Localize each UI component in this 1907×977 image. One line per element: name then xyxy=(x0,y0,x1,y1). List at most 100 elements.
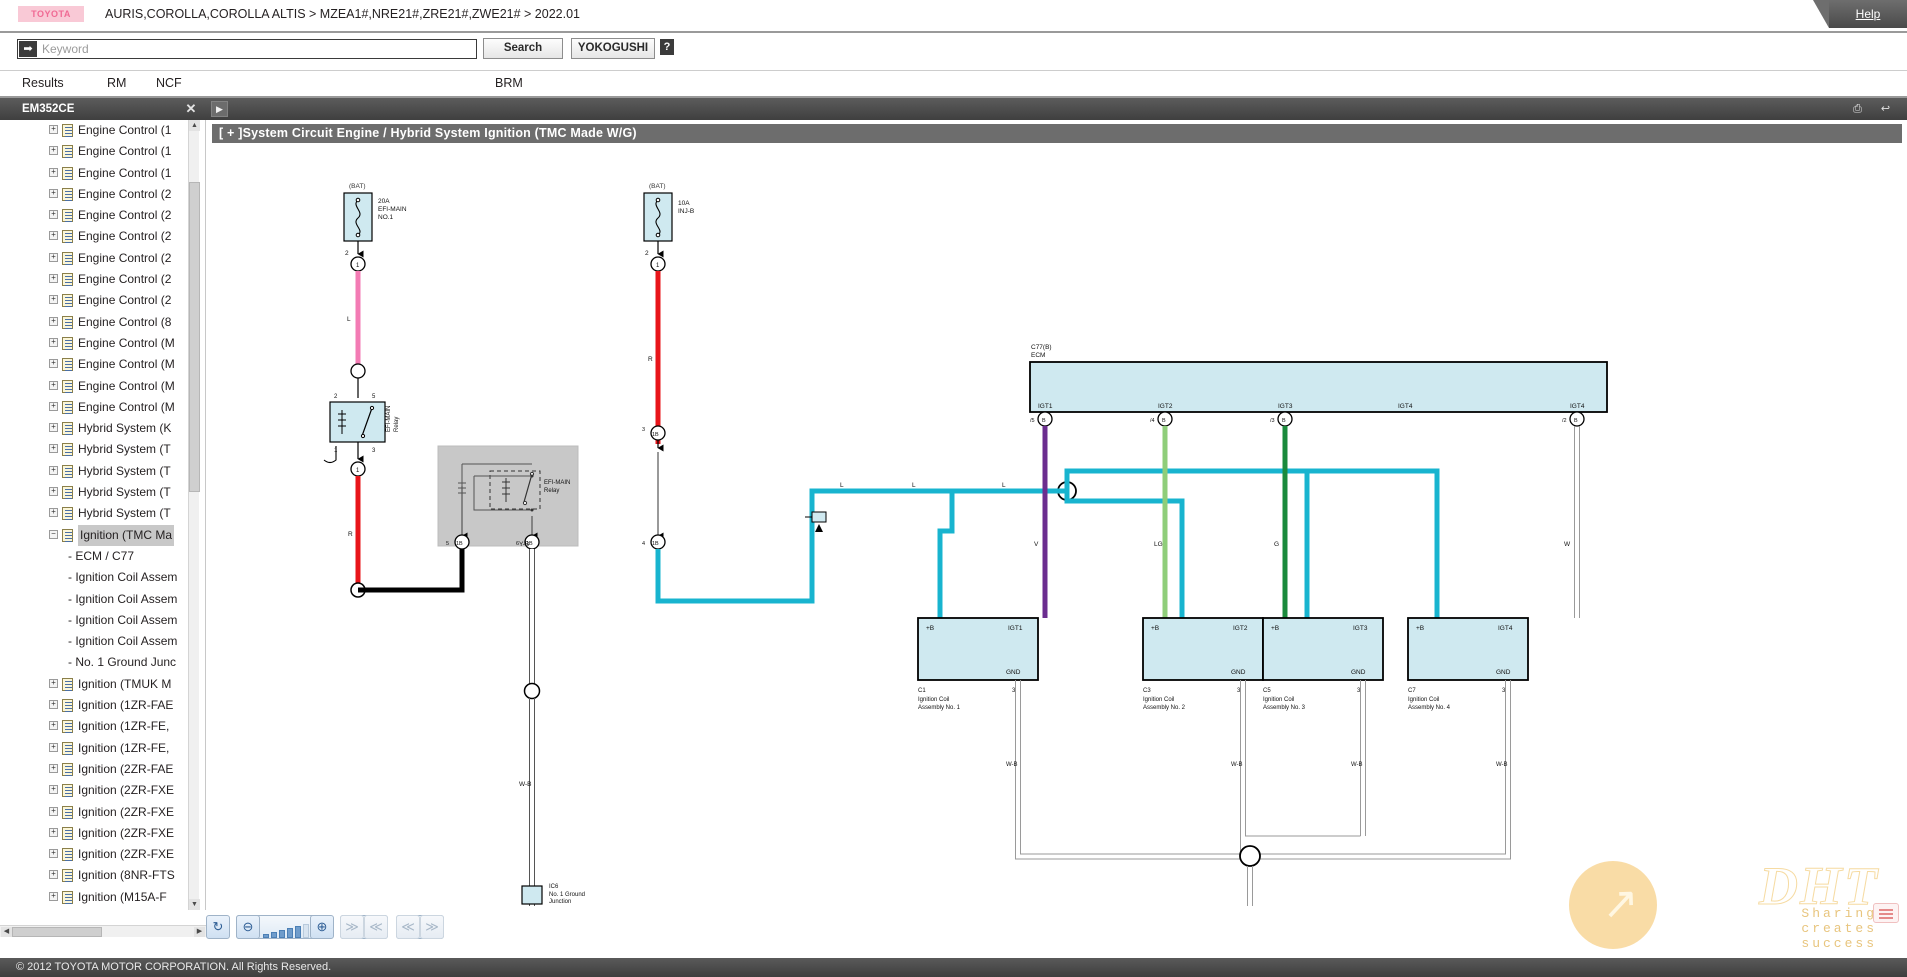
tree-item[interactable]: - Ignition Coil Assem xyxy=(0,567,205,588)
zoom-step[interactable] xyxy=(295,926,301,938)
tree-item[interactable]: - Ignition Coil Assem xyxy=(0,610,205,631)
tree-item[interactable]: + Engine Control (8 xyxy=(0,312,205,333)
tree-item[interactable]: + Ignition (TMUK M xyxy=(0,674,205,695)
expand-icon[interactable]: + xyxy=(49,359,58,369)
zoom-out-button[interactable]: ⊖ xyxy=(236,915,260,939)
expand-icon[interactable]: + xyxy=(49,849,58,859)
tree-item[interactable]: + Ignition (1ZR-FE, xyxy=(0,738,205,759)
expand-icon[interactable]: + xyxy=(49,763,58,773)
tree-item[interactable]: + Engine Control (2 xyxy=(0,290,205,311)
expand-icon[interactable]: + xyxy=(49,806,58,816)
tree-item[interactable]: + Engine Control (2 xyxy=(0,205,205,226)
expand-icon[interactable]: + xyxy=(49,316,58,326)
refresh-button[interactable]: ↻ xyxy=(206,915,230,939)
tree-item[interactable]: + Ignition (2ZR-FXE xyxy=(0,844,205,865)
tree-item[interactable]: + Engine Control (2 xyxy=(0,184,205,205)
search-button[interactable]: Search xyxy=(483,38,563,59)
expand-icon[interactable]: + xyxy=(49,295,58,305)
tree-item[interactable]: + Ignition (M15A-F xyxy=(0,887,205,908)
tree-horizontal-scrollbar[interactable]: ◀ ▶ xyxy=(0,925,206,937)
tab-ncf[interactable]: NCF xyxy=(156,76,182,90)
tree-item[interactable]: + Ignition (8NR-FTS xyxy=(0,865,205,886)
expand-icon[interactable]: + xyxy=(49,785,58,795)
tree-item[interactable]: − Ignition (TMC Ma xyxy=(0,524,205,546)
close-icon[interactable]: ✕ xyxy=(182,98,200,120)
expand-icon[interactable]: + xyxy=(49,423,58,433)
tree-item[interactable]: + Ignition (1ZR-FE, xyxy=(0,716,205,737)
expand-icon[interactable]: + xyxy=(49,210,58,220)
tree-item[interactable]: + Engine Control (2 xyxy=(0,248,205,269)
scroll-left-icon[interactable]: ◀ xyxy=(1,927,12,937)
back-icon[interactable]: ↩ xyxy=(1878,102,1893,116)
tree-item[interactable]: + Engine Control (1 xyxy=(0,120,205,141)
tree-item[interactable]: + Hybrid System (T xyxy=(0,439,205,460)
last-page-button[interactable]: ≫ xyxy=(420,915,444,939)
search-input[interactable] xyxy=(40,41,476,57)
tab-brm[interactable]: BRM xyxy=(495,76,523,90)
expand-icon[interactable]: + xyxy=(49,508,58,518)
zoom-slider-group[interactable]: ⊖ ⊕ xyxy=(236,915,334,939)
expand-icon[interactable]: + xyxy=(49,380,58,390)
tree-vertical-scrollbar[interactable]: ▲ ▼ xyxy=(188,120,200,910)
tree-item[interactable]: + Hybrid System (T xyxy=(0,482,205,503)
tab-results[interactable]: Results xyxy=(22,76,64,90)
tab-rm[interactable]: RM xyxy=(107,76,126,90)
tree-list[interactable]: + Engine Control (1 + Engine Control (1 + Eng… xyxy=(0,120,206,910)
tree-item[interactable]: + Engine Control (1 xyxy=(0,163,205,184)
expand-icon[interactable]: + xyxy=(49,742,58,752)
scroll-thumb[interactable] xyxy=(189,182,200,492)
yokogushi-button[interactable]: YOKOGUSHI xyxy=(571,38,655,59)
scroll-down-icon[interactable]: ▼ xyxy=(189,899,200,910)
expand-icon[interactable]: + xyxy=(49,827,58,837)
tree-item[interactable]: + Hybrid System (T xyxy=(0,503,205,524)
expand-icon[interactable]: + xyxy=(49,487,58,497)
next-page-button[interactable]: ≫ xyxy=(340,915,364,939)
expand-icon[interactable]: + xyxy=(49,167,58,177)
hscroll-thumb[interactable] xyxy=(12,927,102,937)
expand-icon[interactable]: + xyxy=(49,125,58,134)
tree-item[interactable]: + Ignition (2ZR-FXE xyxy=(0,780,205,801)
expand-icon[interactable]: + xyxy=(49,231,58,241)
tree-item[interactable]: + Engine Control (2 xyxy=(0,269,205,290)
expand-icon[interactable]: + xyxy=(49,891,58,901)
zoom-step[interactable] xyxy=(271,932,277,938)
expand-icon[interactable]: + xyxy=(49,700,58,710)
tree-item[interactable]: - No. 1 Ground Junc xyxy=(0,652,205,673)
expand-icon[interactable]: + xyxy=(49,870,58,880)
scroll-up-icon[interactable]: ▲ xyxy=(189,120,200,131)
print-icon[interactable]: ⎙ xyxy=(1850,102,1865,116)
first-page-button[interactable]: ≪ xyxy=(396,915,420,939)
tree-item[interactable]: + Engine Control (M xyxy=(0,333,205,354)
expand-panel-icon[interactable]: ▶ xyxy=(211,101,228,117)
scroll-right-icon[interactable]: ▶ xyxy=(194,927,205,937)
expand-icon[interactable]: + xyxy=(49,337,58,347)
wiring-diagram-canvas[interactable]: (BAT) 20A EFI-MAIN NO.1 2 1 L 2 5 EFI-MA… xyxy=(212,146,1902,906)
tree-item[interactable]: + Engine Control (1 xyxy=(0,141,205,162)
tree-item[interactable]: + Engine Control (M xyxy=(0,397,205,418)
prev-page-button[interactable]: ≪ xyxy=(364,915,388,939)
zoom-in-button[interactable]: ⊕ xyxy=(310,915,334,939)
zoom-step[interactable] xyxy=(279,930,285,938)
zoom-step[interactable] xyxy=(287,928,293,938)
expand-icon[interactable]: + xyxy=(49,444,58,454)
expand-icon[interactable]: + xyxy=(49,678,58,688)
tree-item[interactable]: + Ignition (2ZR-FXE xyxy=(0,823,205,844)
expand-icon[interactable]: + xyxy=(49,465,58,475)
tree-item[interactable]: + Hybrid System (K xyxy=(0,418,205,439)
chat-icon[interactable] xyxy=(1873,903,1899,923)
tree-item[interactable]: + Ignition (1ZR-FAE xyxy=(0,695,205,716)
expand-icon[interactable]: + xyxy=(49,401,58,411)
help-button[interactable]: Help xyxy=(1813,0,1907,28)
search-help-icon[interactable]: ? xyxy=(660,39,674,55)
expand-icon[interactable]: + xyxy=(49,188,58,198)
page-nav-group-2[interactable]: ≪ ≫ xyxy=(396,915,444,939)
page-nav-group-1[interactable]: ≫ ≪ xyxy=(340,915,388,939)
zoom-step[interactable] xyxy=(263,934,269,938)
expand-icon[interactable]: + xyxy=(49,146,58,156)
tree-item[interactable]: + Engine Control (M xyxy=(0,354,205,375)
tree-item[interactable]: + Engine Control (2 xyxy=(0,226,205,247)
tree-item[interactable]: + Hybrid System (T xyxy=(0,461,205,482)
expand-icon[interactable]: + xyxy=(49,721,58,731)
zoom-step[interactable] xyxy=(303,924,309,938)
expand-icon[interactable]: + xyxy=(49,274,58,284)
